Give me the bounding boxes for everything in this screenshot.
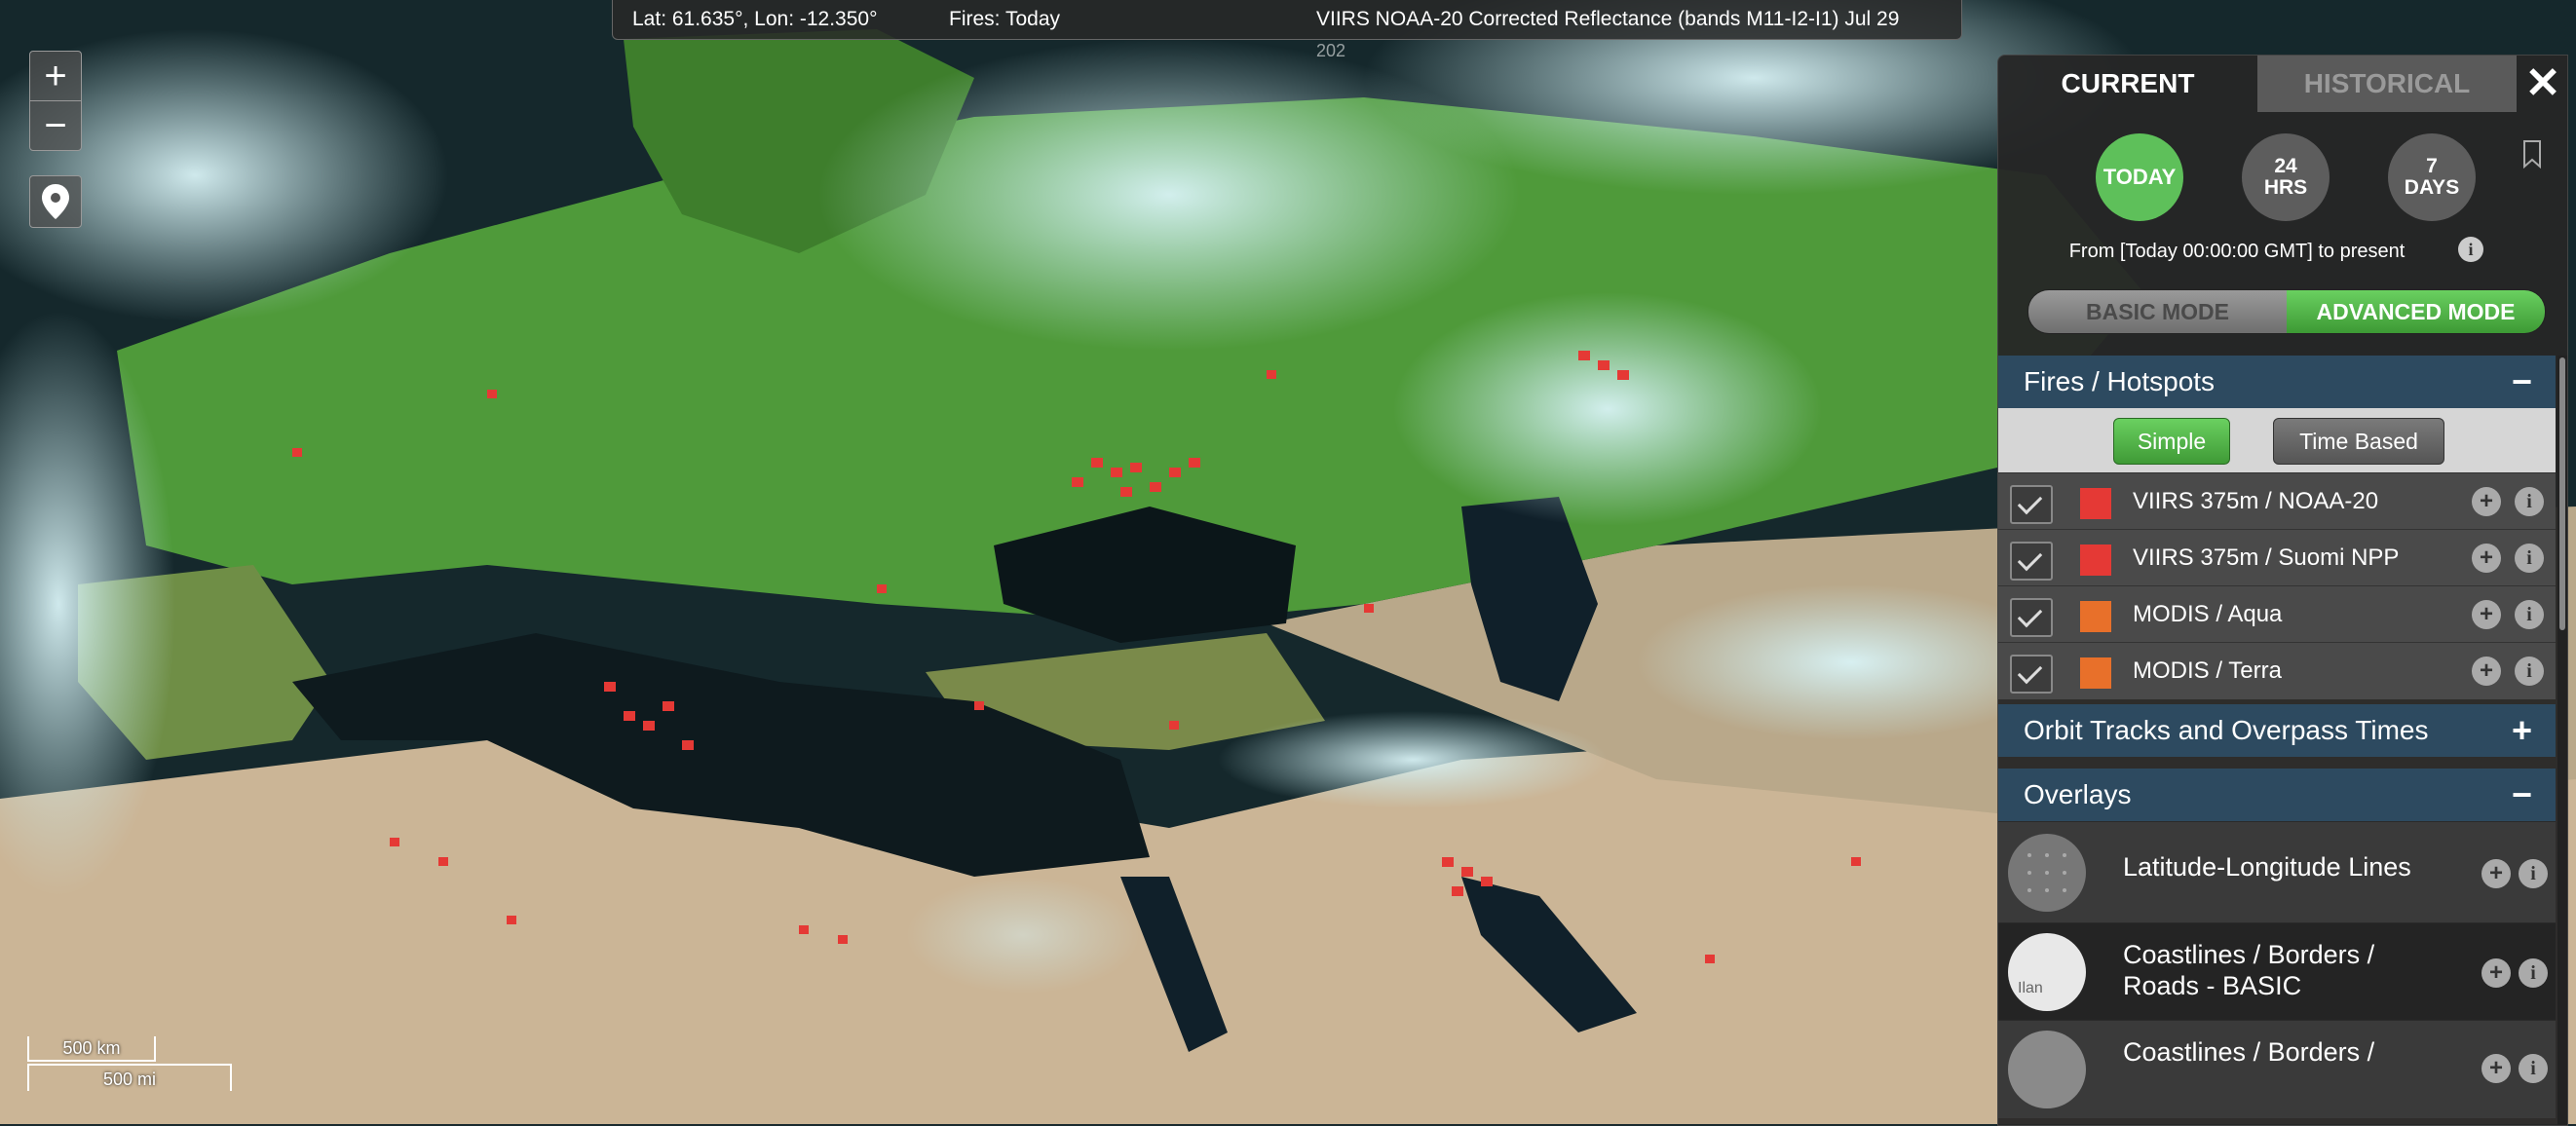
add-icon[interactable]: +: [2481, 859, 2511, 888]
layer-checkbox[interactable]: [2010, 655, 2053, 694]
layer-checkbox[interactable]: [2010, 485, 2053, 524]
graticule-thumbnail: [2008, 834, 2086, 912]
layer-color-swatch: [2080, 488, 2111, 519]
fire-map-panel: CURRENT HISTORICAL ✕ TODAY 24 HRS 7 DAYS…: [1997, 55, 2568, 1126]
layer-color-swatch: [2080, 657, 2111, 689]
locate-button[interactable]: [29, 175, 82, 228]
overlays-header[interactable]: Overlays −: [1998, 769, 2556, 821]
time-range-text: From [Today 00:00:00 GMT] to present: [2068, 241, 2406, 262]
layer-label: VIIRS 375m / Suomi NPP: [2133, 544, 2400, 571]
collapse-icon[interactable]: −: [2512, 356, 2532, 408]
add-icon[interactable]: +: [2472, 600, 2501, 629]
overlay-item[interactable]: Latitude-Longitude Lines + i: [1998, 821, 2556, 923]
time-based-button[interactable]: Time Based: [2273, 418, 2444, 465]
add-icon[interactable]: +: [2472, 544, 2501, 573]
zoom-in-button[interactable]: +: [29, 51, 82, 101]
layer-readout: VIIRS NOAA-20 Corrected Reflectance (ban…: [1316, 8, 1900, 30]
close-icon[interactable]: ✕: [2519, 56, 2567, 112]
info-icon[interactable]: i: [2515, 657, 2544, 686]
24-hours-button[interactable]: 24 HRS: [2242, 133, 2330, 221]
info-icon[interactable]: i: [2519, 859, 2548, 888]
bookmark-icon[interactable]: [2522, 139, 2542, 169]
map-info-bar: Lat: 61.635°, Lon: -12.350° Fires: Today…: [612, 0, 1962, 60]
overlay-item[interactable]: Ilan Coastlines / Borders / Roads - BASI…: [1998, 922, 2556, 1021]
fire-layer-row[interactable]: MODIS / Aqua + i: [1998, 585, 2556, 643]
fire-layer-row[interactable]: VIIRS 375m / Suomi NPP + i: [1998, 529, 2556, 586]
basic-mode-button[interactable]: BASIC MODE: [2028, 290, 2287, 333]
add-icon[interactable]: +: [2472, 487, 2501, 516]
today-button[interactable]: TODAY: [2096, 133, 2183, 221]
tab-historical[interactable]: HISTORICAL: [2257, 56, 2517, 112]
overlay-item[interactable]: Coastlines / Borders / + i: [1998, 1020, 2556, 1118]
add-icon[interactable]: +: [2481, 1054, 2511, 1083]
scale-km: 500 km: [27, 1036, 156, 1062]
mode-toggle: BASIC MODE ADVANCED MODE: [2027, 289, 2546, 334]
add-icon[interactable]: +: [2481, 958, 2511, 988]
layer-color-swatch: [2080, 544, 2111, 576]
info-icon[interactable]: i: [2515, 487, 2544, 516]
info-icon[interactable]: i: [2458, 237, 2483, 262]
fires-mode-row: Simple Time Based: [1998, 408, 2556, 472]
fires-hotspots-header[interactable]: Fires / Hotspots −: [1998, 356, 2556, 408]
info-icon[interactable]: i: [2519, 958, 2548, 988]
layer-year-fragment: 202: [1316, 41, 1346, 60]
coastlines-thumbnail: Ilan: [2008, 933, 2086, 1011]
location-pin-icon: [42, 184, 69, 219]
layer-label: MODIS / Aqua: [2133, 601, 2283, 627]
orbit-tracks-title: Orbit Tracks and Overpass Times: [2024, 715, 2429, 745]
layer-color-swatch: [2080, 601, 2111, 632]
fire-layer-row[interactable]: VIIRS 375m / NOAA-20 + i: [1998, 472, 2556, 530]
expand-icon[interactable]: +: [2512, 704, 2532, 757]
overlay-label: Coastlines / Borders /: [2123, 1037, 2375, 1067]
coordinates-readout: Lat: 61.635°, Lon: -12.350°: [632, 8, 878, 30]
fires-readout: Fires: Today: [949, 8, 1060, 30]
layer-label: MODIS / Terra: [2133, 657, 2282, 684]
fire-layer-row[interactable]: MODIS / Terra + i: [1998, 642, 2556, 699]
scale-mi: 500 mi: [27, 1064, 232, 1091]
info-icon[interactable]: i: [2519, 1054, 2548, 1083]
overlay-label: Coastlines / Borders / Roads - BASIC: [2123, 940, 2375, 1000]
zoom-out-button[interactable]: −: [29, 100, 82, 151]
overlays-title: Overlays: [2024, 779, 2132, 809]
fires-hotspots-title: Fires / Hotspots: [2024, 366, 2216, 396]
scrollbar-thumb[interactable]: [2559, 357, 2565, 630]
grid-dots-icon: [2027, 853, 2066, 892]
add-icon[interactable]: +: [2472, 657, 2501, 686]
tab-current[interactable]: CURRENT: [1998, 56, 2257, 112]
layer-checkbox[interactable]: [2010, 598, 2053, 637]
layer-label: VIIRS 375m / NOAA-20: [2133, 488, 2379, 514]
info-icon[interactable]: i: [2515, 600, 2544, 629]
overlay-label: Latitude-Longitude Lines: [2123, 852, 2411, 882]
layers-list[interactable]: Fires / Hotspots − Simple Time Based VII…: [1998, 356, 2556, 1125]
collapse-icon[interactable]: −: [2512, 769, 2532, 821]
simple-button[interactable]: Simple: [2113, 418, 2230, 465]
orbit-tracks-header[interactable]: Orbit Tracks and Overpass Times +: [1998, 704, 2556, 757]
7-days-button[interactable]: 7 DAYS: [2388, 133, 2476, 221]
info-icon[interactable]: i: [2515, 544, 2544, 573]
advanced-mode-button[interactable]: ADVANCED MODE: [2287, 290, 2545, 333]
thumbnail-text: Ilan: [2018, 980, 2043, 996]
layer-checkbox[interactable]: [2010, 542, 2053, 581]
coastlines-thumbnail: [2008, 1031, 2086, 1108]
